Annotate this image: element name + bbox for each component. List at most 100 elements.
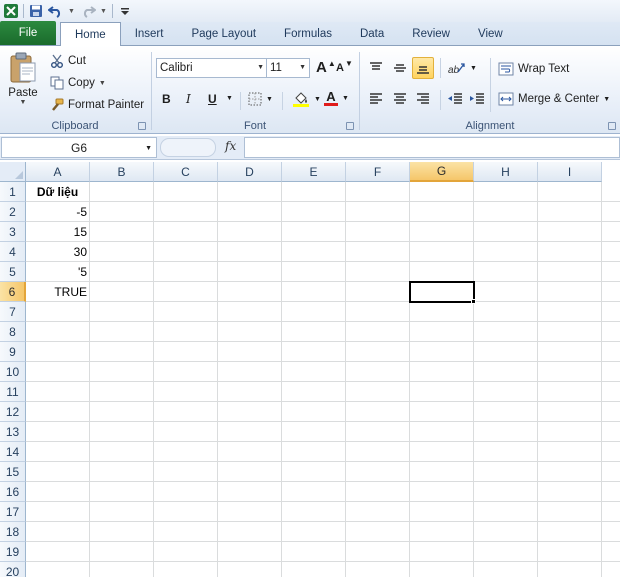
borders-dropdown-icon[interactable]: ▼ xyxy=(266,96,273,103)
paste-button[interactable]: Paste ▼ xyxy=(4,52,42,114)
column-header-e[interactable]: E xyxy=(282,162,346,182)
align-left-button[interactable] xyxy=(365,88,387,110)
column-header-b[interactable]: B xyxy=(90,162,154,182)
orientation-dropdown-icon[interactable]: ▼ xyxy=(470,65,477,72)
merge-center-button[interactable]: Merge & Center ▼ xyxy=(498,92,610,106)
undo-icon[interactable] xyxy=(48,3,64,19)
paste-dropdown-icon[interactable]: ▼ xyxy=(4,99,42,106)
column-header-d[interactable]: D xyxy=(218,162,282,182)
align-bottom-button[interactable] xyxy=(412,57,434,79)
increase-indent-button[interactable] xyxy=(466,88,488,110)
font-size-select[interactable]: 11 ▼ xyxy=(266,58,310,78)
align-top-button[interactable] xyxy=(365,57,387,79)
row-header-3[interactable]: 3 xyxy=(0,222,26,242)
customize-qat-icon[interactable] xyxy=(117,3,133,19)
row-header-6[interactable]: 6 xyxy=(0,282,26,302)
cell-a4[interactable]: 30 xyxy=(26,242,89,262)
bold-button[interactable]: B xyxy=(162,92,171,106)
column-header-h[interactable]: H xyxy=(474,162,538,182)
align-center-button[interactable] xyxy=(389,88,411,110)
formula-input[interactable] xyxy=(244,137,620,158)
redo-dropdown-icon[interactable]: ▼ xyxy=(100,8,108,15)
font-dialog-launcher-icon[interactable] xyxy=(346,122,354,130)
tab-review[interactable]: Review xyxy=(398,23,464,45)
row-header-1[interactable]: 1 xyxy=(0,182,26,202)
row-header-14[interactable]: 14 xyxy=(0,442,26,462)
row-header-5[interactable]: 5 xyxy=(0,262,26,282)
row-header-7[interactable]: 7 xyxy=(0,302,26,322)
copy-dropdown-icon[interactable]: ▼ xyxy=(99,80,106,87)
worksheet-grid[interactable]: A B C D E F G H I 1 2 3 4 5 6 7 8 9 10 11 12 13 14 15 16 17 18 19 20… xyxy=(0,162,620,577)
merge-center-dropdown-icon[interactable]: ▼ xyxy=(603,96,610,103)
undo-dropdown-icon[interactable]: ▼ xyxy=(68,8,76,15)
tab-page-layout[interactable]: Page Layout xyxy=(177,23,270,45)
merge-center-label: Merge & Center xyxy=(518,93,600,105)
cell-a1[interactable]: Dữ liệu xyxy=(26,182,89,202)
redo-icon[interactable] xyxy=(80,3,96,19)
font-family-select[interactable]: Calibri ▼ xyxy=(156,58,268,78)
row-header-17[interactable]: 17 xyxy=(0,502,26,522)
tab-data[interactable]: Data xyxy=(346,23,398,45)
cell-a6[interactable]: TRUE xyxy=(26,282,89,302)
column-header-c[interactable]: C xyxy=(154,162,218,182)
row-header-8[interactable]: 8 xyxy=(0,322,26,342)
column-header-a[interactable]: A xyxy=(26,162,90,182)
underline-button[interactable]: U xyxy=(208,92,217,106)
tab-insert[interactable]: Insert xyxy=(121,23,178,45)
cut-button[interactable]: Cut xyxy=(50,54,86,68)
shrink-font-icon: A xyxy=(336,62,344,74)
column-header-g[interactable]: G xyxy=(410,162,474,182)
cell-a3[interactable]: 15 xyxy=(26,222,89,242)
fill-color-dropdown-icon[interactable]: ▼ xyxy=(314,96,321,103)
font-group-label: Font xyxy=(243,120,266,132)
insert-function-icon[interactable]: fx xyxy=(225,139,236,153)
excel-logo-icon[interactable] xyxy=(3,3,19,19)
cell-a2[interactable]: -5 xyxy=(26,202,89,222)
gridline xyxy=(26,421,620,422)
chevron-down-icon: ▼ xyxy=(299,64,306,71)
name-box[interactable]: G6 ▼ xyxy=(1,137,157,158)
underline-dropdown-icon[interactable]: ▼ xyxy=(226,95,233,102)
tab-formulas[interactable]: Formulas xyxy=(270,23,346,45)
row-header-15[interactable]: 15 xyxy=(0,462,26,482)
row-header-11[interactable]: 11 xyxy=(0,382,26,402)
tab-home[interactable]: Home xyxy=(60,22,121,46)
fill-handle[interactable] xyxy=(471,299,476,304)
tab-view[interactable]: View xyxy=(464,23,517,45)
row-header-19[interactable]: 19 xyxy=(0,542,26,562)
alignment-dialog-launcher-icon[interactable] xyxy=(608,122,616,130)
italic-button[interactable]: I xyxy=(186,92,191,106)
row-header-16[interactable]: 16 xyxy=(0,482,26,502)
active-cell-selection[interactable] xyxy=(409,281,475,303)
row-header-10[interactable]: 10 xyxy=(0,362,26,382)
row-header-2[interactable]: 2 xyxy=(0,202,26,222)
align-right-button[interactable] xyxy=(412,88,434,110)
column-header-i[interactable]: I xyxy=(538,162,602,182)
wrap-text-button[interactable]: Wrap Text xyxy=(498,62,569,76)
gridline xyxy=(26,381,620,382)
row-header-20[interactable]: 20 xyxy=(0,562,26,577)
cell-a5[interactable]: '5 xyxy=(26,262,89,282)
gridline xyxy=(26,561,620,562)
row-header-4[interactable]: 4 xyxy=(0,242,26,262)
shrink-font-button[interactable]: A ▼ xyxy=(336,59,353,75)
grow-font-button[interactable]: A ▲ xyxy=(316,59,336,76)
row-header-12[interactable]: 12 xyxy=(0,402,26,422)
format-painter-button[interactable]: Format Painter xyxy=(50,98,144,112)
copy-button[interactable]: Copy ▼ xyxy=(50,76,106,90)
decrease-indent-button[interactable] xyxy=(444,88,466,110)
font-color-button[interactable]: A ▼ xyxy=(324,90,349,106)
row-header-13[interactable]: 13 xyxy=(0,422,26,442)
row-header-9[interactable]: 9 xyxy=(0,342,26,362)
column-header-f[interactable]: F xyxy=(346,162,410,182)
align-middle-button[interactable] xyxy=(389,57,411,79)
orientation-button[interactable]: ab ▼ xyxy=(448,61,477,75)
select-all-button[interactable] xyxy=(0,162,26,182)
tab-file[interactable]: File xyxy=(0,21,56,45)
clipboard-dialog-launcher-icon[interactable] xyxy=(138,122,146,130)
font-color-dropdown-icon[interactable]: ▼ xyxy=(342,95,349,102)
fill-color-button[interactable]: ▼ xyxy=(292,90,321,108)
borders-button[interactable]: ▼ xyxy=(248,92,273,106)
row-header-18[interactable]: 18 xyxy=(0,522,26,542)
save-icon[interactable] xyxy=(28,3,44,19)
